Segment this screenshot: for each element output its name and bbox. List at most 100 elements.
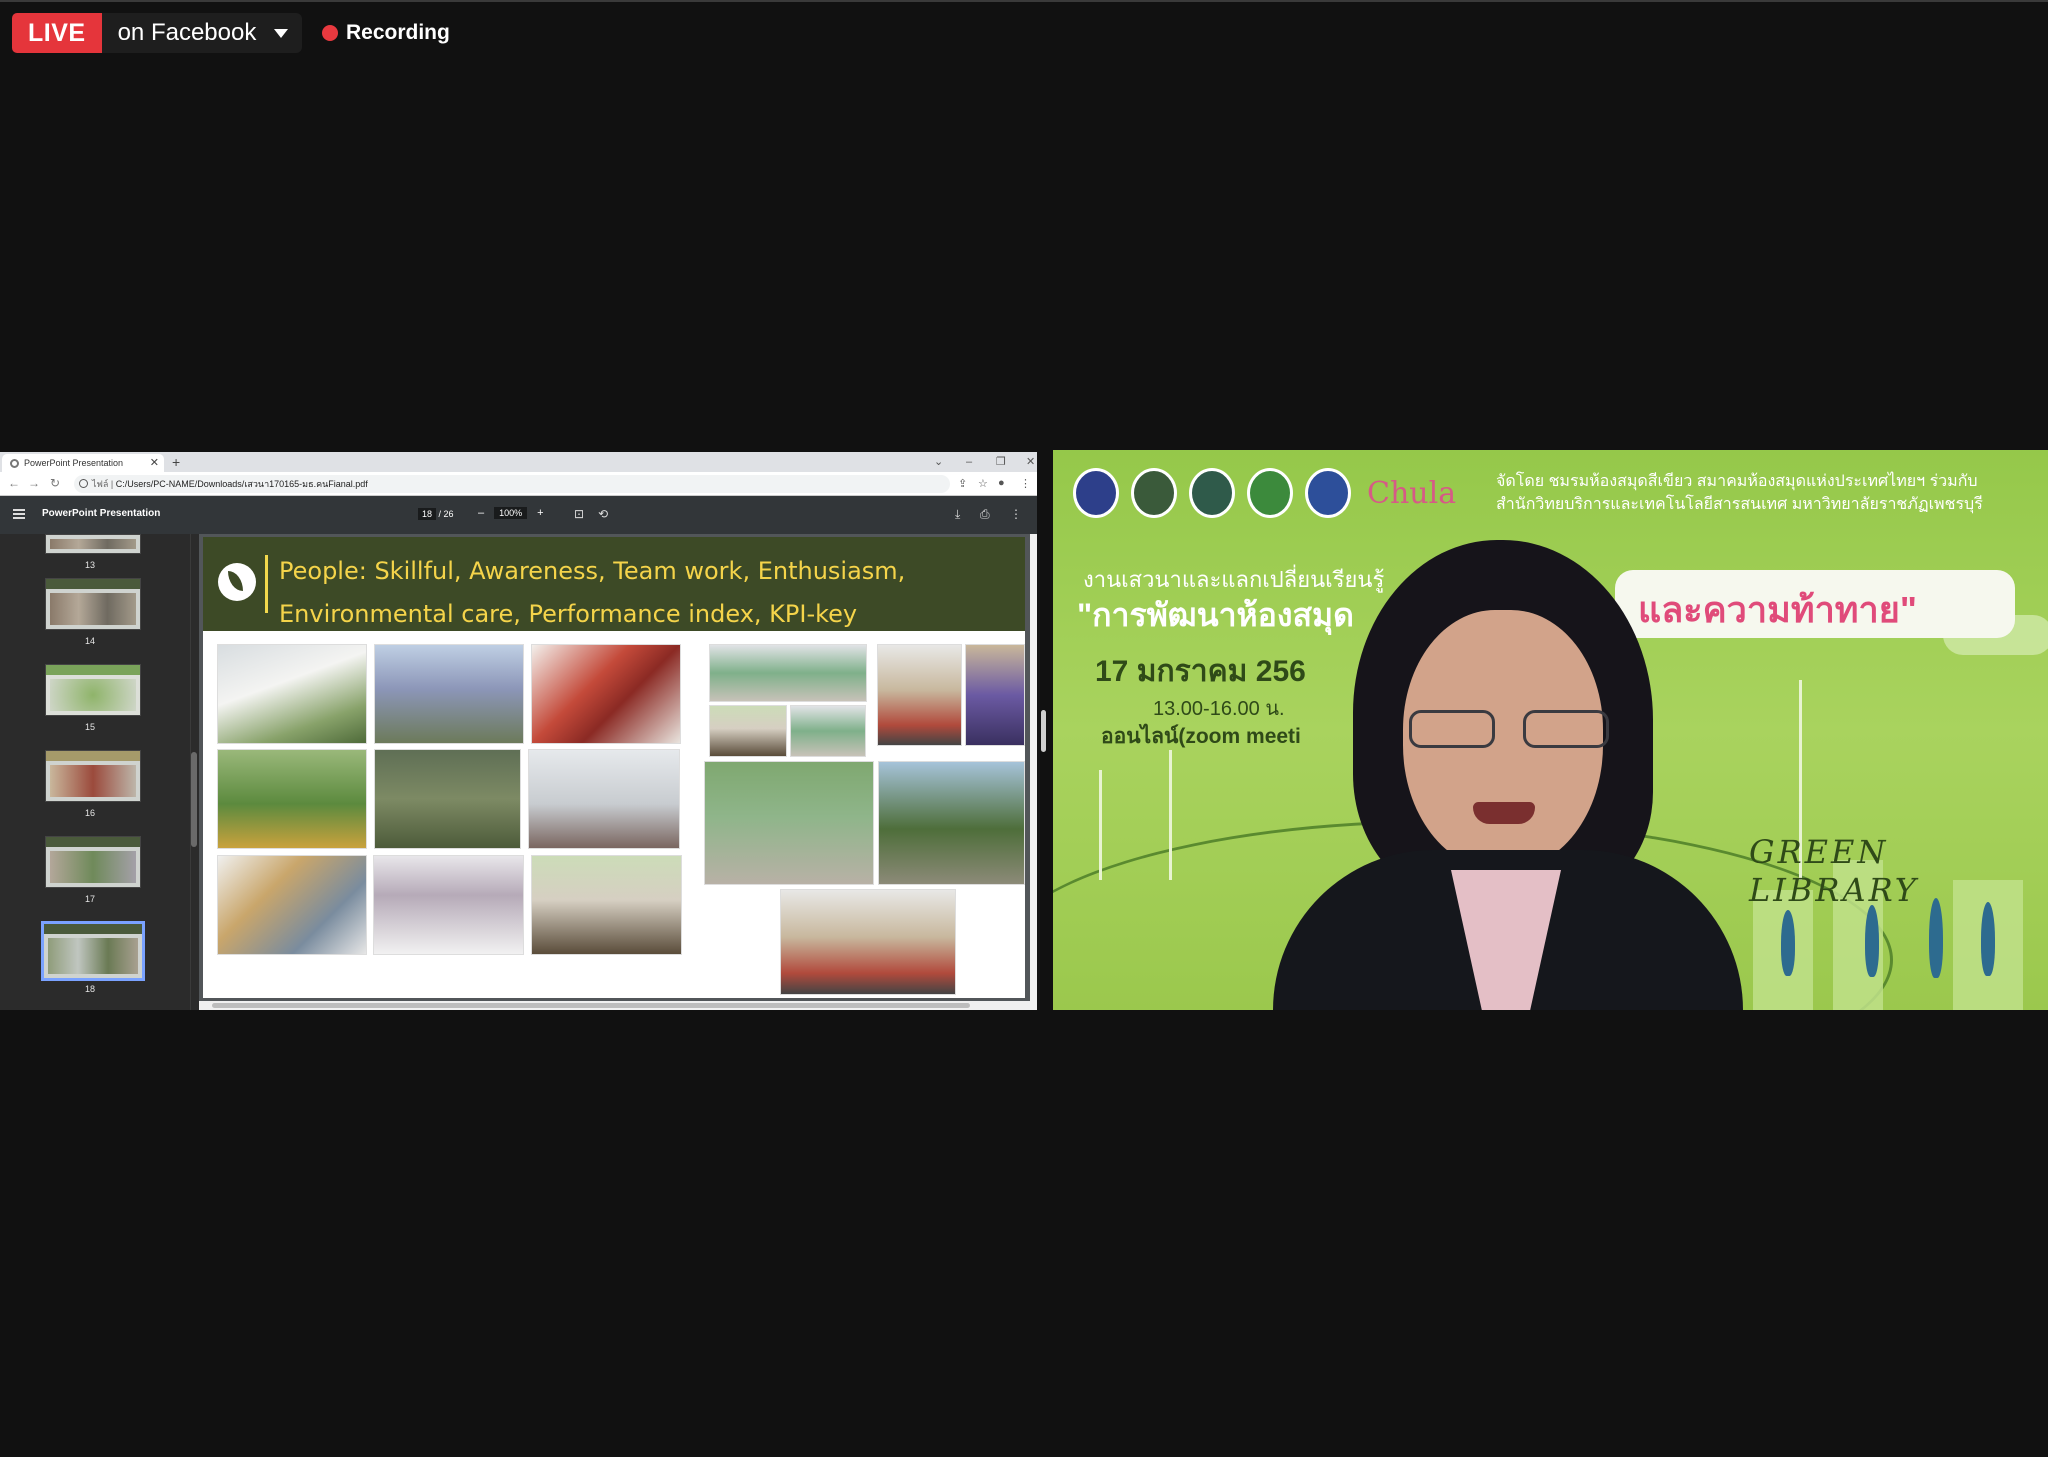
photo-reading-area — [531, 644, 681, 744]
menu-icon[interactable] — [13, 509, 25, 519]
recording-indicator[interactable]: Recording — [322, 18, 450, 48]
photo-books — [965, 644, 1025, 746]
print-icon[interactable]: ⎙ — [980, 507, 990, 522]
thumbnail-number: 13 — [84, 560, 95, 570]
tree-shape — [1865, 905, 1879, 977]
photo-staff-outdoor — [709, 705, 787, 757]
tree-shape — [1981, 902, 1995, 976]
photo-staff-team — [790, 705, 866, 757]
thumbnail-13[interactable] — [45, 534, 141, 554]
close-icon[interactable]: ✕ — [150, 454, 159, 472]
page-indicator: 18 / 26 — [418, 508, 454, 520]
live-destination-dropdown[interactable]: on Facebook — [101, 13, 303, 53]
thumbnail-18-selected[interactable] — [41, 921, 145, 981]
photo-lounge — [373, 855, 524, 955]
wind-turbine — [1099, 770, 1102, 880]
minimize-icon[interactable]: – — [966, 452, 972, 472]
info-icon — [79, 479, 88, 488]
pdf-horizontal-scrollbar-thumb[interactable] — [212, 1003, 970, 1008]
record-dot-icon — [322, 25, 338, 41]
kebab-menu-icon[interactable]: ⋮ — [1020, 477, 1031, 490]
split-view-handle[interactable] — [1041, 710, 1046, 752]
chula-logo: Chula — [1367, 475, 1457, 511]
organizer-line-2: สำนักวิทยบริการและเทคโนโลยีสารสนเทศ มหาว… — [1496, 496, 1983, 513]
tree-shape — [1929, 898, 1943, 978]
thumbnail-number: 17 — [84, 894, 95, 904]
institute-logo — [1305, 468, 1351, 518]
slide-title-line-1: People: Skillful, Awareness, Team work, … — [279, 557, 906, 585]
zoom-controls: – 100% + — [478, 507, 544, 519]
slide-title: People: Skillful, Awareness, Team work, … — [279, 550, 1009, 636]
photo-staff-walk — [704, 761, 874, 885]
window-top-edge — [0, 0, 2048, 2]
photo-study-hall — [528, 749, 680, 849]
page-number-input[interactable]: 18 — [418, 508, 437, 520]
close-window-icon[interactable]: ✕ — [1026, 452, 1035, 472]
university-logo — [1073, 468, 1119, 518]
photo-campus-trees — [878, 761, 1025, 885]
url-field[interactable]: ไฟล์ | C:/Users/PC-NAME/Downloads/เสวนา1… — [74, 475, 950, 493]
photo-garden — [217, 749, 367, 849]
url-text: C:/Users/PC-NAME/Downloads/เสวนา170165-ม… — [115, 479, 368, 489]
photo-office-work — [780, 889, 956, 995]
live-badge: LIVE — [12, 13, 102, 53]
chevron-down-icon[interactable] — [274, 28, 289, 38]
thumbnail-15[interactable] — [45, 664, 141, 716]
new-tab-button[interactable]: + — [172, 452, 180, 472]
association-logo — [1131, 468, 1177, 518]
url-prefix: ไฟล์ | — [92, 479, 114, 489]
thumbnail-number: 14 — [84, 636, 95, 646]
photo-courtyard — [374, 749, 521, 849]
photo-shelves — [877, 644, 962, 746]
maximize-icon[interactable]: ❐ — [996, 452, 1006, 472]
profile-icon[interactable]: ● — [998, 477, 1005, 489]
organizer-text: จัดโดย ชมรมห้องสมุดสีเขียว สมาคมห้องสมุด… — [1496, 470, 2036, 516]
share-icon[interactable]: ⇪ — [958, 477, 967, 490]
reload-icon[interactable]: ↻ — [50, 476, 60, 490]
glasses-icon — [1523, 710, 1609, 748]
fit-page-icon[interactable]: ⊡ — [574, 507, 584, 521]
wind-turbine — [1169, 750, 1172, 880]
chevron-down-icon[interactable]: ⌄ — [934, 452, 943, 472]
browser-tab[interactable]: PowerPoint Presentation ✕ — [2, 454, 164, 472]
zoom-meeting-screen: LIVE on Facebook Recording PowerPoint Pr… — [0, 0, 2048, 1457]
live-stream-control[interactable]: LIVE on Facebook — [12, 12, 303, 54]
photo-pavilion — [531, 855, 682, 955]
pdf-toolbar: PowerPoint Presentation 18 / 26 – 100% +… — [0, 496, 1037, 534]
photo-library-exterior — [374, 644, 524, 744]
speaker-mouth — [1473, 802, 1535, 824]
pdf-vertical-scrollbar[interactable] — [1030, 534, 1037, 1010]
zoom-in-button[interactable]: + — [537, 507, 543, 519]
thumbnail-number: 15 — [84, 722, 95, 732]
glasses-icon — [1409, 710, 1495, 748]
shared-screen: PowerPoint Presentation ✕ + ⌄ – ❐ ✕ ← → … — [0, 452, 1037, 1010]
recording-label: Recording — [346, 21, 450, 44]
organizer-logos: Chula — [1073, 468, 1456, 518]
green-club-logo — [1247, 468, 1293, 518]
browser-tab-bar: PowerPoint Presentation ✕ + ⌄ – ❐ ✕ — [0, 452, 1037, 472]
leaf-icon — [218, 563, 256, 601]
page-total: / 26 — [438, 509, 454, 519]
star-icon[interactable]: ☆ — [978, 477, 988, 490]
forward-arrow-icon[interactable]: → — [28, 476, 40, 490]
thumbnail-number: 18 — [84, 984, 95, 994]
organizer-line-1: จัดโดย ชมรมห้องสมุดสีเขียว สมาคมห้องสมุด… — [1496, 473, 1978, 490]
header-divider — [265, 555, 268, 613]
slide-header: People: Skillful, Awareness, Team work, … — [203, 537, 1025, 631]
thumbnail-scrollbar-thumb[interactable] — [191, 752, 197, 847]
photo-library-building — [217, 644, 367, 744]
thumbnail-number: 16 — [84, 808, 95, 818]
speaker-video: Chula จัดโดย ชมรมห้องสมุดสีเขียว สมาคมห้… — [1053, 450, 2048, 1010]
thumbnail-16[interactable] — [45, 750, 141, 802]
kebab-menu-icon[interactable]: ⋮ — [1010, 507, 1022, 521]
pdf-title: PowerPoint Presentation — [42, 508, 161, 519]
thumbnail-14[interactable] — [45, 578, 141, 630]
thumbnail-17[interactable] — [45, 836, 141, 888]
download-icon[interactable]: ⤓ — [955, 507, 960, 522]
back-arrow-icon[interactable]: ← — [8, 476, 20, 490]
rotate-icon[interactable]: ⟲ — [598, 507, 608, 521]
photo-study-room — [217, 855, 367, 955]
zoom-out-button[interactable]: – — [478, 507, 484, 519]
tree-shape — [1781, 910, 1795, 976]
zoom-level-input[interactable]: 100% — [494, 507, 528, 519]
